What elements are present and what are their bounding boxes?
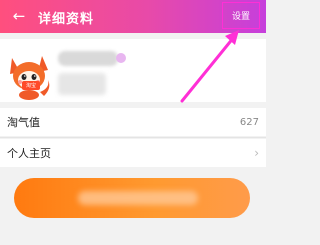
back-arrow-icon: ←: [12, 6, 26, 25]
page-title: 详细资料: [38, 12, 95, 27]
username-blurred: [58, 51, 118, 66]
row-label: 淘气值: [7, 116, 40, 129]
divider: [0, 137, 266, 138]
back-button[interactable]: ←: [9, 6, 29, 26]
action-label-blurred: [78, 191, 198, 205]
header-bar: ← 详细资料 设置: [0, 0, 266, 33]
primary-action-button[interactable]: [14, 178, 250, 218]
profile-card[interactable]: 淘宝: [0, 39, 266, 102]
level-icon: [116, 53, 126, 63]
settings-label: 设置: [231, 12, 250, 22]
settings-button[interactable]: 设置: [222, 2, 260, 29]
list-item-taoqizhi[interactable]: 淘气值 627: [0, 108, 266, 136]
list-item-personal-homepage[interactable]: 个人主页 ›: [0, 139, 266, 167]
user-info-blurred: [58, 73, 106, 95]
row-label: 个人主页: [7, 147, 51, 160]
row-value: 627: [239, 116, 259, 128]
chevron-right-icon: ›: [254, 146, 259, 160]
avatar-badge: 淘宝: [22, 81, 40, 90]
fox-avatar-icon[interactable]: [6, 54, 52, 100]
